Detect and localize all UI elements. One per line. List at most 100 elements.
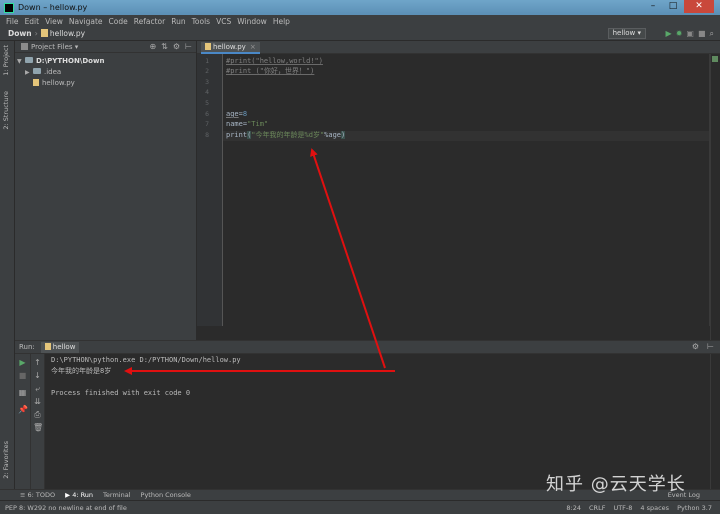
hide-panel-icon[interactable]: ⊢	[185, 42, 192, 51]
menu-view[interactable]: View	[45, 17, 63, 26]
run-icon[interactable]: ▶	[666, 29, 672, 39]
tab-terminal[interactable]: Terminal	[103, 491, 130, 499]
tree-item-hellow-py[interactable]: hellow.py	[15, 78, 196, 89]
window-titlebar: Down – hellow.py – □ ✕	[0, 0, 720, 15]
locate-file-icon[interactable]: ⊕	[149, 42, 156, 51]
project-panel: Project Files ▾ ⊕ ⇅ ⚙ ⊢ ▼ D:\PYTHON\Down …	[15, 41, 197, 340]
line-separator[interactable]: CRLF	[589, 504, 605, 512]
chevron-down-icon[interactable]: ▼	[17, 56, 25, 67]
python-file-icon	[44, 342, 51, 350]
hide-panel-icon[interactable]: ⊢	[707, 342, 714, 351]
menu-vcs[interactable]: VCS	[216, 17, 231, 26]
stop-icon[interactable]: ■	[698, 29, 706, 39]
folder-icon	[33, 68, 41, 74]
console-line-result: 今年我的年龄是8岁	[51, 367, 112, 375]
indent-setting[interactable]: 4 spaces	[640, 504, 669, 512]
tab-python-console[interactable]: Python Console	[141, 491, 191, 499]
code-line-7[interactable]: name="Tim"	[226, 119, 268, 129]
close-tab-icon[interactable]: ×	[250, 43, 256, 51]
structure-tool-tab[interactable]: 2: Structure	[2, 91, 10, 130]
menu-help[interactable]: Help	[273, 17, 290, 26]
pin-tab-icon[interactable]: 📌	[18, 405, 28, 414]
caret-position[interactable]: 8:24	[566, 504, 581, 512]
editor-scrollbar[interactable]	[710, 54, 720, 340]
menu-navigate[interactable]: Navigate	[69, 17, 103, 26]
menu-code[interactable]: Code	[109, 17, 128, 26]
window-controls: – □ ✕	[644, 0, 714, 13]
line-number: 7	[205, 120, 209, 128]
menu-tools[interactable]: Tools	[192, 17, 210, 26]
restore-layout-icon[interactable]: ▦	[18, 388, 27, 397]
inspection-ok-icon[interactable]	[712, 56, 718, 62]
tab-todo[interactable]: ≡ 6: TODO	[20, 491, 55, 499]
project-view-select[interactable]: Project Files ▾	[31, 43, 78, 51]
editor-tab-bar: hellow.py ×	[197, 41, 720, 54]
scroll-up-icon[interactable]: ↑	[33, 358, 42, 367]
python-file-icon	[40, 29, 48, 37]
tree-item-idea[interactable]: ▶ .idea	[15, 67, 196, 78]
breadcrumb-file[interactable]: hellow.py	[40, 29, 85, 38]
rerun-icon[interactable]: ▶	[18, 358, 27, 367]
debug-icon[interactable]: ✹	[676, 29, 683, 39]
code-line-6[interactable]: age=8	[226, 109, 247, 119]
minimize-button[interactable]: –	[644, 0, 662, 13]
navigation-bar: Down › hellow.py hellow ▾ ▶ ✹ ▣ ■ ⌕	[0, 27, 720, 41]
settings-gear-icon[interactable]: ⚙	[173, 42, 180, 51]
clear-all-icon[interactable]: 🗑	[33, 423, 43, 432]
code-line-2[interactable]: #print ("你好，世界！")	[226, 66, 314, 76]
python-file-icon	[205, 43, 211, 50]
menu-file[interactable]: File	[6, 17, 19, 26]
menu-bar: File Edit View Navigate Code Refactor Ru…	[0, 15, 720, 27]
project-tool-tab[interactable]: 1: Project	[2, 45, 10, 76]
console-line-command: D:\PYTHON\python.exe D:/PYTHON/Down/hell…	[51, 356, 241, 364]
run-configuration-select[interactable]: hellow ▾	[607, 28, 646, 39]
run-tab-hellow[interactable]: hellow	[40, 341, 80, 353]
left-tool-strip: 1: Project 2: Structure 2: Favorites	[0, 41, 15, 489]
menu-window[interactable]: Window	[237, 17, 267, 26]
status-widgets: 8:24 CRLF UTF-8 4 spaces Python 3.7	[566, 504, 712, 512]
file-encoding[interactable]: UTF-8	[613, 504, 632, 512]
python-file-icon	[33, 79, 39, 86]
chevron-right-icon[interactable]: ▶	[25, 67, 33, 78]
line-number: 1	[205, 57, 209, 65]
console-scrollbar[interactable]	[710, 354, 720, 490]
menu-run[interactable]: Run	[171, 17, 185, 26]
collapse-all-icon[interactable]: ⇅	[161, 42, 168, 51]
print-icon[interactable]: ⎙	[33, 410, 42, 419]
favorites-tool-tab[interactable]: 2: Favorites	[2, 441, 10, 479]
maximize-button[interactable]: □	[664, 0, 682, 13]
run-panel-label: Run:	[19, 343, 35, 351]
close-button[interactable]: ✕	[684, 0, 714, 13]
tree-item-root[interactable]: ▼ D:\PYTHON\Down	[15, 56, 196, 67]
breadcrumb-project[interactable]: Down	[8, 29, 32, 38]
pycharm-app-icon	[4, 2, 14, 13]
tab-run[interactable]: ▶ 4: Run	[65, 491, 93, 499]
menu-refactor[interactable]: Refactor	[134, 17, 165, 26]
stop-icon[interactable]: ■	[18, 371, 27, 380]
editor-tab-hellow-py[interactable]: hellow.py ×	[201, 42, 260, 54]
line-number: 2	[205, 67, 209, 75]
line-number-gutter: 1 2 3 4 5 6 7 8	[197, 54, 223, 326]
window-title: Down – hellow.py	[18, 3, 88, 12]
breadcrumb-separator: ›	[34, 29, 38, 38]
folder-icon	[25, 57, 33, 63]
search-everywhere-icon[interactable]: ⌕	[710, 29, 714, 39]
status-bar: PEP 8: W292 no newline at end of file 8:…	[0, 500, 720, 514]
status-message[interactable]: PEP 8: W292 no newline at end of file	[5, 504, 127, 512]
line-number: 3	[205, 78, 209, 86]
run-toolbar: ▶ ✹ ▣ ■ ⌕	[666, 29, 714, 39]
watermark: 知乎 @云天学长	[546, 474, 686, 495]
code-line-1[interactable]: #print("hellow,world!")	[226, 56, 323, 66]
scroll-down-icon[interactable]: ↓	[33, 371, 42, 380]
scroll-to-end-icon[interactable]: ⇊	[33, 397, 42, 406]
settings-gear-icon[interactable]: ⚙	[692, 342, 699, 351]
soft-wrap-icon[interactable]: ⤶	[33, 384, 42, 393]
console-line-exit: Process finished with exit code 0	[51, 389, 191, 397]
coverage-icon[interactable]: ▣	[686, 29, 694, 39]
project-tree: ▼ D:\PYTHON\Down ▶ .idea hellow.py	[15, 53, 196, 89]
run-panel-header: Run: hellow ⚙ ⊢	[15, 341, 720, 354]
code-line-8[interactable]: print("今年我的年龄是%d岁"%age)	[226, 130, 346, 140]
project-panel-tools: ⊕ ⇅ ⚙ ⊢	[149, 42, 192, 51]
menu-edit[interactable]: Edit	[25, 17, 40, 26]
python-interpreter[interactable]: Python 3.7	[677, 504, 712, 512]
